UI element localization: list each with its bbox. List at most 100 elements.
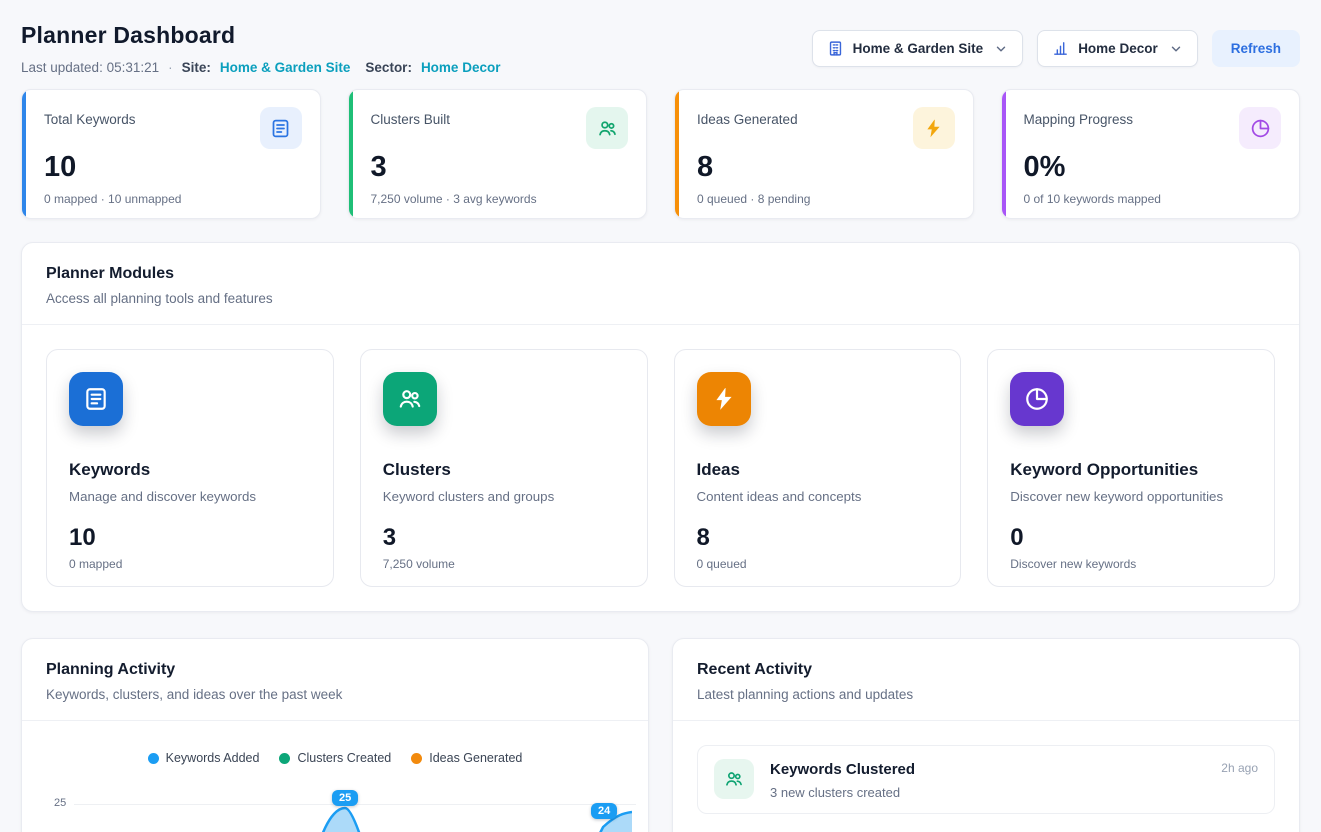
stat-accent-bar — [675, 90, 679, 218]
module-card-ideas[interactable]: Ideas Content ideas and concepts 8 0 que… — [674, 349, 962, 587]
area-chart-svg — [78, 779, 632, 832]
module-description: Manage and discover keywords — [69, 489, 311, 504]
pie-chart-icon — [1239, 107, 1281, 149]
legend-item-ideas-generated: Ideas Generated — [411, 751, 522, 765]
page-title: Planner Dashboard — [21, 22, 500, 49]
stat-card-clusters-built: Clusters Built 3 7,250 volume · 3 avg ke… — [348, 89, 648, 219]
stat-value: 3 — [371, 151, 629, 184]
module-title: Keyword Opportunities — [1010, 460, 1252, 480]
users-icon — [714, 759, 754, 799]
stat-value: 8 — [697, 151, 955, 184]
bar-chart-icon — [1052, 40, 1069, 57]
module-description: Keyword clusters and groups — [383, 489, 625, 504]
bolt-icon — [697, 372, 751, 426]
module-value: 3 — [383, 524, 625, 552]
y-axis-tick: 25 — [54, 797, 66, 809]
stat-label: Mapping Progress — [1024, 112, 1134, 127]
header-controls: Home & Garden Site Home Decor Refresh — [812, 30, 1300, 67]
legend-dot — [148, 753, 159, 764]
stat-label: Total Keywords — [44, 112, 136, 127]
bottom-row: Planning Activity Keywords, clusters, an… — [21, 638, 1300, 832]
module-value: 10 — [69, 524, 311, 552]
stat-accent-bar — [22, 90, 26, 218]
data-point-label: 24 — [591, 803, 617, 819]
chevron-down-icon — [994, 42, 1008, 56]
stat-card-mapping-progress: Mapping Progress 0% 0 of 10 keywords map… — [1001, 89, 1301, 219]
modules-subtitle: Access all planning tools and features — [46, 291, 1275, 306]
legend-item-keywords-added: Keywords Added — [148, 751, 260, 765]
module-title: Clusters — [383, 460, 625, 480]
recent-item-description: 3 new clusters created — [770, 785, 915, 800]
module-value: 0 — [1010, 524, 1252, 552]
stat-accent-bar — [1002, 90, 1006, 218]
site-selector-dropdown[interactable]: Home & Garden Site — [812, 30, 1024, 67]
recent-activity-card: Recent Activity Latest planning actions … — [672, 638, 1300, 832]
chart-legend: Keywords Added Clusters Created Ideas Ge… — [22, 751, 648, 765]
last-updated-text: Last updated: 05:31:21 — [21, 60, 159, 75]
pie-chart-icon — [1010, 372, 1064, 426]
stat-label: Clusters Built — [371, 112, 451, 127]
recent-activity-title: Recent Activity — [697, 661, 1275, 679]
module-card-clusters[interactable]: Clusters Keyword clusters and groups 3 7… — [360, 349, 648, 587]
users-icon — [586, 107, 628, 149]
document-icon — [260, 107, 302, 149]
stat-caption: 0 of 10 keywords mapped — [1024, 192, 1282, 206]
legend-label: Ideas Generated — [429, 751, 522, 765]
recent-item-body: Keywords Clustered 3 new clusters create… — [770, 759, 915, 800]
stat-value: 0% — [1024, 151, 1282, 184]
planner-dashboard-page: Planner Dashboard Last updated: 05:31:21… — [0, 0, 1321, 832]
header-left: Planner Dashboard Last updated: 05:31:21… — [21, 22, 500, 75]
refresh-button[interactable]: Refresh — [1212, 30, 1300, 67]
divider — [673, 720, 1299, 721]
module-caption: 0 queued — [697, 557, 939, 571]
stat-accent-bar — [349, 90, 353, 218]
module-card-keyword-opportunities[interactable]: Keyword Opportunities Discover new keywo… — [987, 349, 1275, 587]
data-point-label: 25 — [332, 790, 358, 806]
module-value: 8 — [697, 524, 939, 552]
planning-activity-card: Planning Activity Keywords, clusters, an… — [21, 638, 649, 832]
header: Planner Dashboard Last updated: 05:31:21… — [0, 0, 1321, 87]
module-title: Ideas — [697, 460, 939, 480]
recent-item-time: 2h ago — [1221, 761, 1258, 775]
legend-dot — [411, 753, 422, 764]
recent-item-title: Keywords Clustered — [770, 761, 915, 778]
building-icon — [827, 40, 844, 57]
divider — [22, 720, 648, 721]
modules-title: Planner Modules — [46, 265, 1275, 283]
sector-selector-dropdown[interactable]: Home Decor — [1037, 30, 1198, 67]
site-selector-label: Home & Garden Site — [853, 41, 984, 56]
stat-value: 10 — [44, 151, 302, 184]
document-icon — [69, 372, 123, 426]
stats-row: Total Keywords 10 0 mapped · 10 unmapped… — [0, 87, 1321, 219]
module-caption: 0 mapped — [69, 557, 311, 571]
sector-label: Sector: — [365, 60, 412, 75]
site-link[interactable]: Home & Garden Site — [220, 60, 351, 75]
sector-link[interactable]: Home Decor — [421, 60, 501, 75]
activity-chart: 25 25 24 — [22, 779, 648, 832]
planning-activity-subtitle: Keywords, clusters, and ideas over the p… — [46, 687, 624, 702]
module-card-keywords[interactable]: Keywords Manage and discover keywords 10… — [46, 349, 334, 587]
stat-card-ideas-generated: Ideas Generated 8 0 queued · 8 pending — [674, 89, 974, 219]
stat-caption: 0 queued · 8 pending — [697, 192, 955, 206]
modules-grid: Keywords Manage and discover keywords 10… — [22, 325, 1299, 611]
meta-separator: · — [168, 60, 173, 75]
legend-item-clusters-created: Clusters Created — [279, 751, 391, 765]
module-description: Content ideas and concepts — [697, 489, 939, 504]
header-meta: Last updated: 05:31:21 · Site: Home & Ga… — [21, 60, 500, 75]
stat-caption: 7,250 volume · 3 avg keywords — [371, 192, 629, 206]
stat-caption: 0 mapped · 10 unmapped — [44, 192, 302, 206]
planning-activity-title: Planning Activity — [46, 661, 624, 679]
module-description: Discover new keyword opportunities — [1010, 489, 1252, 504]
stat-card-total-keywords: Total Keywords 10 0 mapped · 10 unmapped — [21, 89, 321, 219]
legend-label: Clusters Created — [297, 751, 391, 765]
chevron-down-icon — [1169, 42, 1183, 56]
sector-selector-label: Home Decor — [1078, 41, 1158, 56]
legend-label: Keywords Added — [166, 751, 260, 765]
planner-modules-card: Planner Modules Access all planning tool… — [21, 242, 1300, 612]
recent-activity-subtitle: Latest planning actions and updates — [697, 687, 1275, 702]
module-caption: Discover new keywords — [1010, 557, 1252, 571]
legend-dot — [279, 753, 290, 764]
recent-activity-item: Keywords Clustered 3 new clusters create… — [697, 745, 1275, 814]
bolt-icon — [913, 107, 955, 149]
stat-label: Ideas Generated — [697, 112, 798, 127]
